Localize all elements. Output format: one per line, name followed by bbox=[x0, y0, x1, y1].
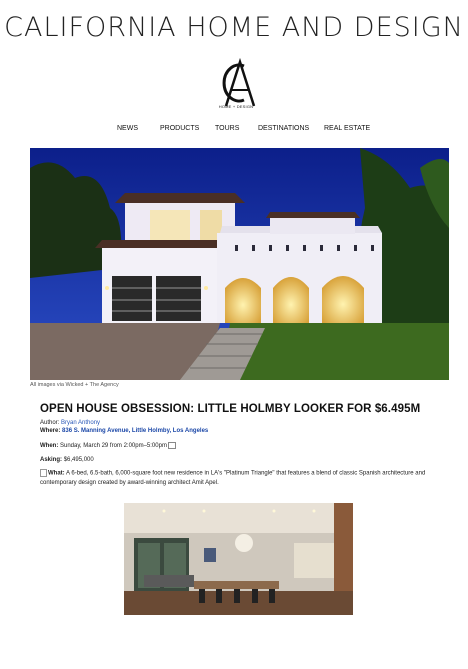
hero-caption: All images via Wicked + The Agency bbox=[30, 382, 119, 388]
when-label: When: bbox=[40, 443, 59, 450]
asking-value: $6,495,000 bbox=[63, 457, 94, 463]
what-value: A 6-bed, 6.5-bath, 6,000-square foot new… bbox=[40, 470, 426, 487]
where-link[interactable]: 836 S. Manning Avenue, Little Holmby, Lo… bbox=[62, 428, 208, 434]
nav-item-destinations[interactable]: DESTINATIONS bbox=[258, 125, 309, 132]
nav-item-news[interactable]: NEWS bbox=[117, 125, 138, 132]
asking-line: Asking: $6,495,000 bbox=[40, 457, 94, 463]
nav-item-real-estate[interactable]: REAL ESTATE bbox=[324, 125, 370, 132]
when-line: When: Sunday, March 29 from 2:00pm–5:00p… bbox=[40, 442, 176, 449]
what-paragraph: What: A 6-bed, 6.5-bath, 6,000-square fo… bbox=[40, 469, 440, 489]
article-headline[interactable]: OPEN HOUSE OBSESSION: LITTLE HOLMBY LOOK… bbox=[40, 403, 420, 415]
when-value: Sunday, March 29 from 2:00pm–5:00pm bbox=[60, 443, 167, 450]
ca-monogram-icon[interactable] bbox=[214, 58, 258, 110]
author-link[interactable]: Bryan Anthony bbox=[61, 420, 100, 426]
broken-image-icon bbox=[40, 469, 47, 477]
site-title[interactable]: CALIFORNIA HOME AND DESIGN bbox=[0, 12, 468, 43]
where-label: Where: bbox=[40, 428, 61, 434]
logo-text: HOME + DESIGN bbox=[218, 104, 254, 109]
nav-item-tours[interactable]: TOURS bbox=[215, 125, 239, 132]
asking-label: Asking: bbox=[40, 457, 63, 463]
main-nav: NEWS PRODUCTS TOURS DESTINATIONS REAL ES… bbox=[0, 125, 468, 137]
hero-image[interactable] bbox=[30, 148, 449, 380]
author-line: Author: Bryan Anthony bbox=[40, 420, 100, 426]
nav-item-products[interactable]: PRODUCTS bbox=[160, 125, 199, 132]
what-label: What: bbox=[48, 470, 65, 477]
calendar-icon[interactable] bbox=[167, 442, 176, 449]
author-label: Author: bbox=[40, 420, 60, 426]
where-line: Where: 836 S. Manning Avenue, Little Hol… bbox=[40, 428, 208, 434]
interior-photo[interactable] bbox=[124, 503, 353, 615]
